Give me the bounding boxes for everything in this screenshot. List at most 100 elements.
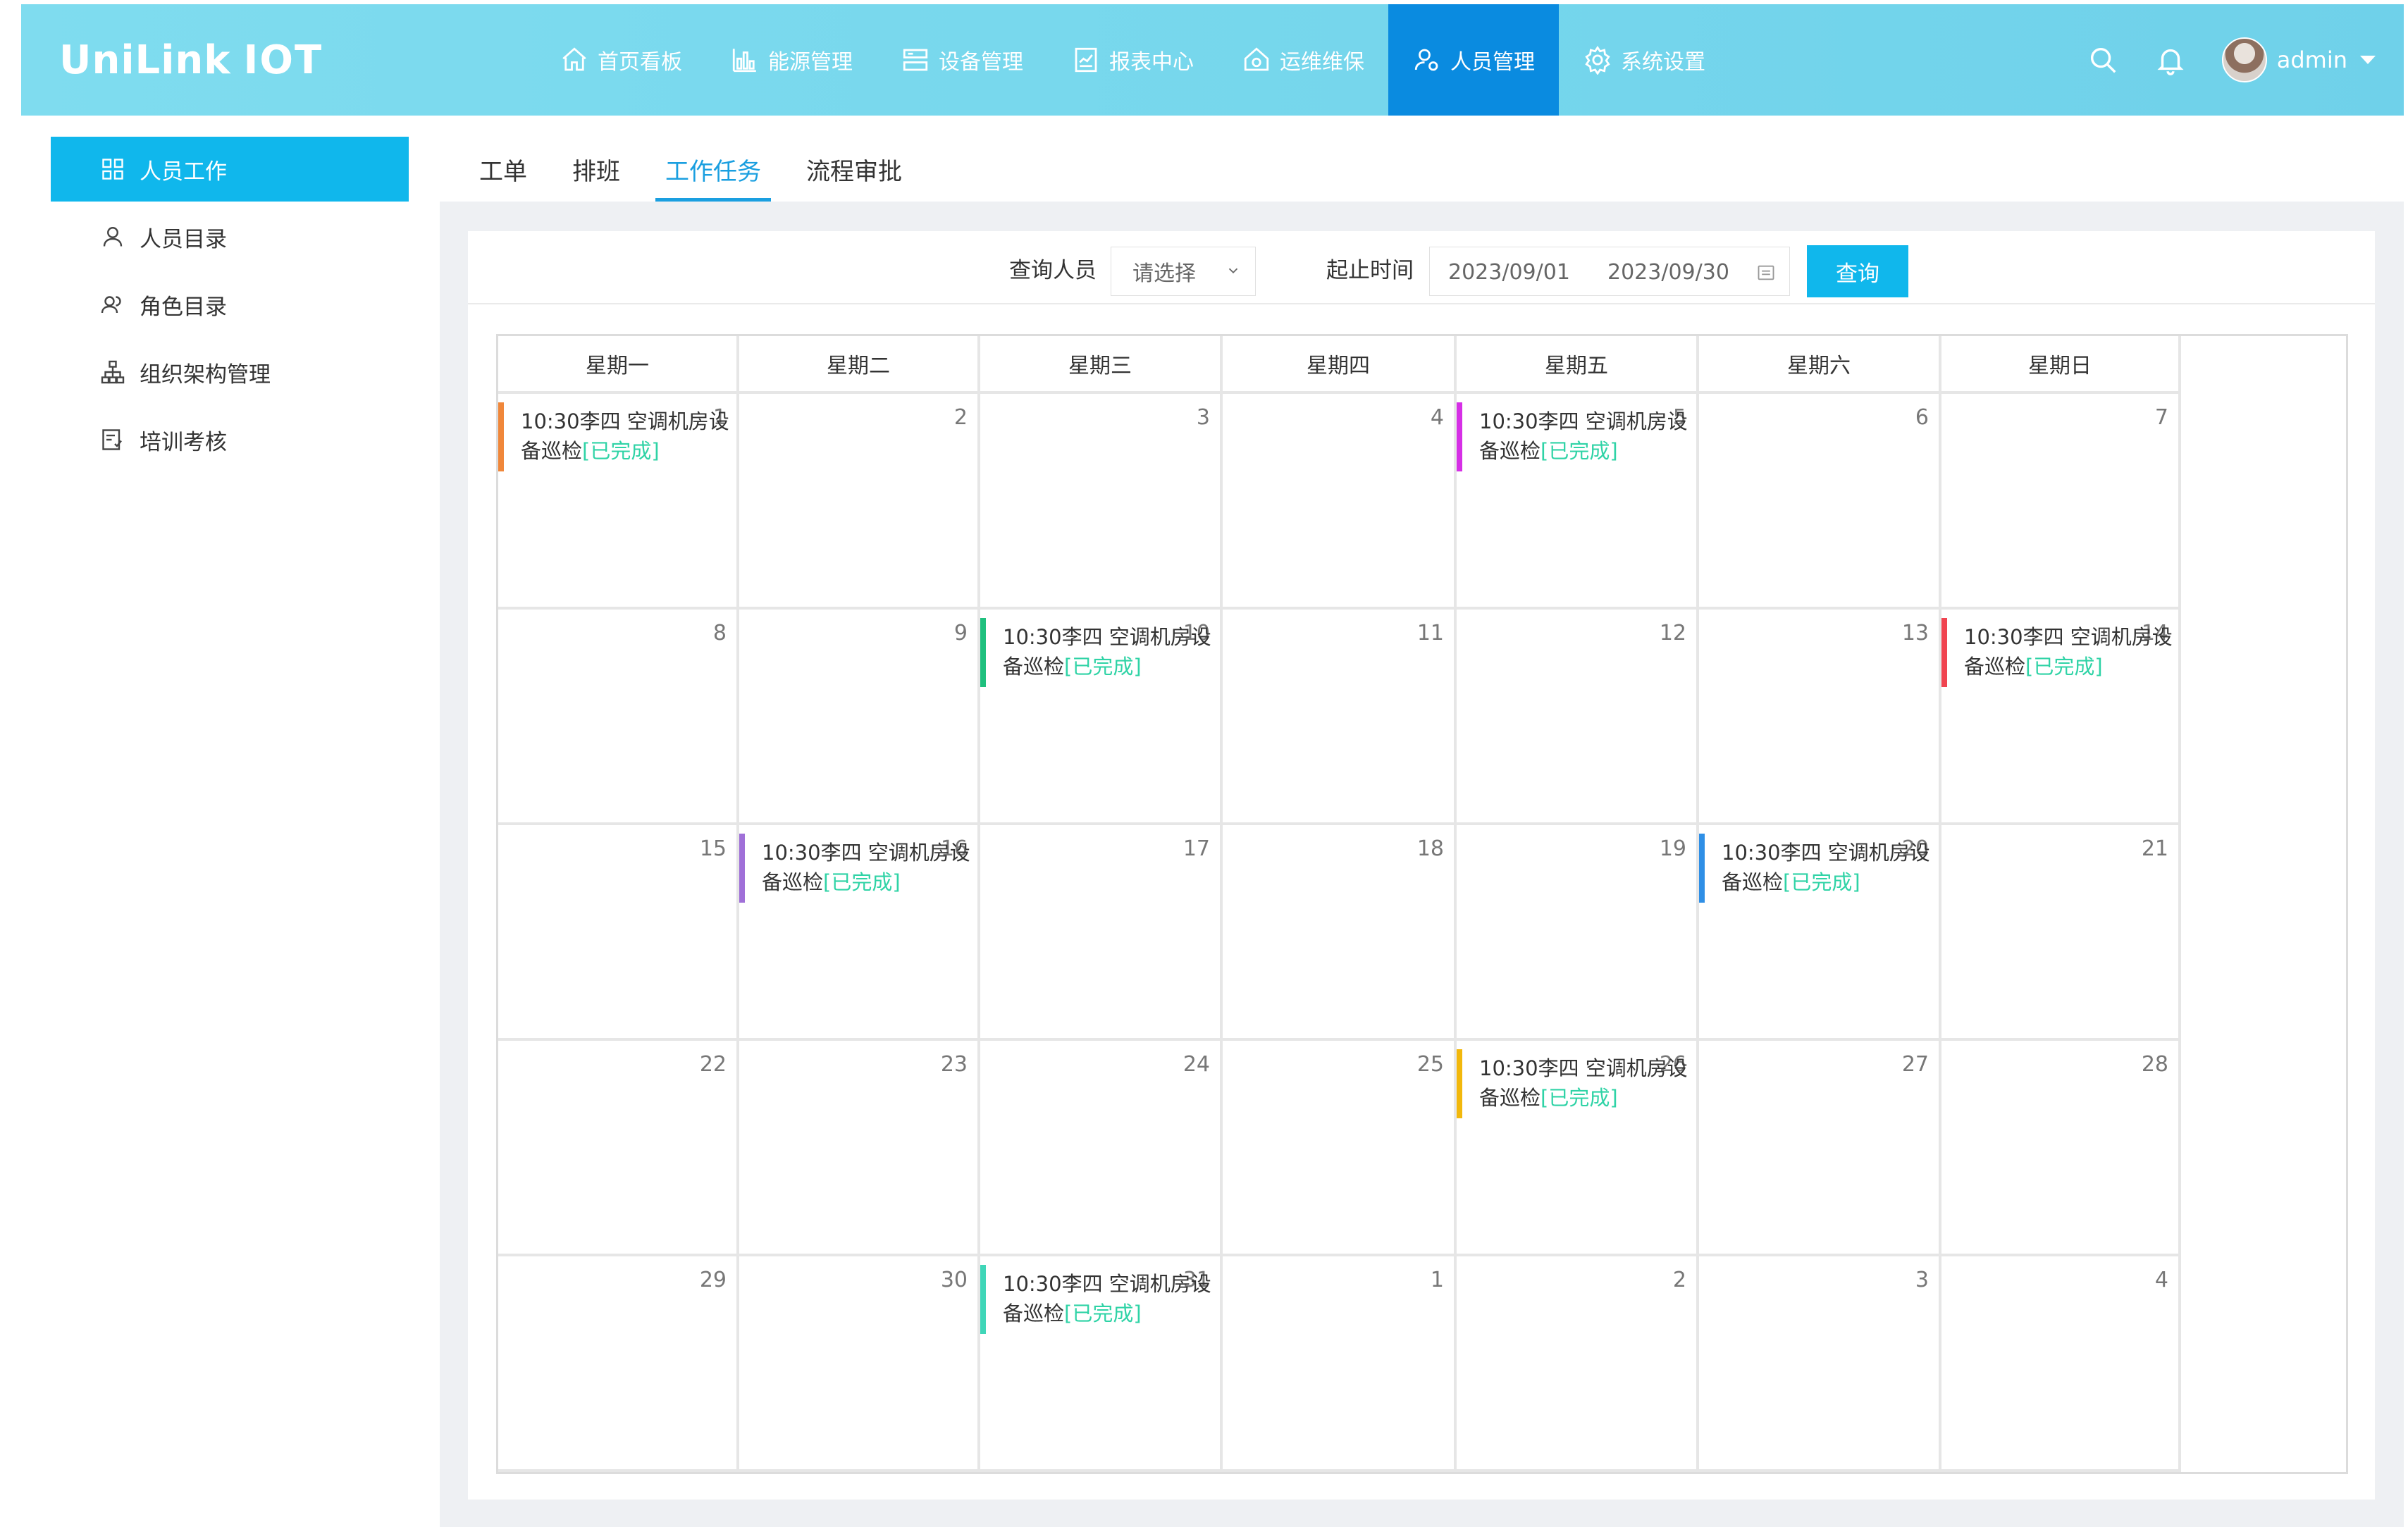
calendar-day-cell[interactable]: 12	[1457, 610, 1699, 825]
day-number: 4	[2154, 1268, 2168, 1292]
calendar-day-cell[interactable]: 11	[1223, 610, 1457, 825]
task-event[interactable]: 10:30李四 空调机房设备巡检[已完成]	[1457, 1049, 1689, 1118]
calendar-day-cell[interactable]: 16 10:30李四 空调机房设备巡检[已完成]	[739, 825, 980, 1041]
sidebar-item[interactable]: 人员工作	[51, 137, 409, 202]
sidebar-item-label: 人员目录	[140, 226, 227, 252]
users-icon	[100, 292, 125, 317]
task-event[interactable]: 10:30李四 空调机房设备巡检[已完成]	[980, 618, 1213, 687]
nav-device[interactable]: 设备管理	[877, 4, 1047, 116]
calendar-day-cell[interactable]: 21	[1941, 825, 2181, 1041]
task-status-badge: [已完成]	[823, 870, 901, 894]
bar-chart-icon	[730, 45, 760, 75]
day-number: 25	[1416, 1052, 1444, 1077]
sidebar-item[interactable]: 组织架构管理	[51, 340, 409, 404]
date-range-picker[interactable]: 2023/09/01 2023/09/30	[1429, 247, 1790, 296]
sidebar-item-label: 培训考核	[140, 429, 227, 455]
calendar-day-cell[interactable]: 2	[739, 394, 980, 610]
day-number: 4	[1430, 405, 1444, 430]
calendar-day-cell[interactable]: 31 10:30李四 空调机房设备巡检[已完成]	[980, 1256, 1223, 1472]
calendar-day-cell[interactable]: 22	[498, 1041, 739, 1256]
calendar-day-cell[interactable]: 15	[498, 825, 739, 1041]
calendar-week-row: 15 16 10:30李四 空调机房设备巡检[已完成] 17 18 19 20 10:30李四…	[498, 825, 2346, 1041]
calendar-day-cell[interactable]: 4	[1223, 394, 1457, 610]
calendar-day-cell[interactable]: 6	[1699, 394, 1941, 610]
day-number: 3	[1196, 405, 1210, 430]
day-number: 19	[1659, 836, 1686, 861]
task-event[interactable]: 10:30李四 空调机房设备巡检[已完成]	[980, 1265, 1213, 1334]
calendar-day-cell[interactable]: 18	[1223, 825, 1457, 1041]
calendar-icon[interactable]	[1755, 263, 1777, 283]
calendar-day-cell[interactable]: 17	[980, 825, 1223, 1041]
task-event[interactable]: 10:30李四 空调机房设备巡检[已完成]	[1699, 834, 1932, 903]
calendar-day-cell[interactable]: 29	[498, 1256, 739, 1472]
calendar-day-cell[interactable]: 25	[1223, 1041, 1457, 1256]
tab-item[interactable]: 流程审批	[806, 137, 902, 202]
calendar-week-row: 8 9 10 10:30李四 空调机房设备巡检[已完成] 11 12 13 14 10:30李四…	[498, 610, 2346, 825]
day-number: 8	[712, 621, 727, 645]
day-number: 22	[699, 1052, 727, 1077]
day-number: 24	[1183, 1052, 1210, 1077]
user-name[interactable]: admin	[2277, 47, 2347, 73]
calendar-day-cell[interactable]: 19	[1457, 825, 1699, 1041]
calendar-day-cell[interactable]: 8	[498, 610, 739, 825]
avatar[interactable]	[2221, 37, 2267, 82]
sidebar-item[interactable]: 角色目录	[51, 272, 409, 337]
start-date[interactable]: 2023/09/01	[1448, 260, 1570, 285]
tab-item[interactable]: 工作任务	[655, 137, 771, 202]
sidebar-item[interactable]: 人员目录	[51, 204, 409, 269]
calendar-day-cell[interactable]: 3	[980, 394, 1223, 610]
calendar-day-cell[interactable]: 24	[980, 1041, 1223, 1256]
calendar-day-cell[interactable]: 13	[1699, 610, 1941, 825]
nav-personnel[interactable]: 人员管理	[1388, 4, 1559, 116]
sidebar-item[interactable]: 培训考核	[51, 407, 409, 472]
chevron-down-icon[interactable]	[2360, 56, 2376, 64]
query-button[interactable]: 查询	[1807, 245, 1908, 297]
calendar-day-cell[interactable]: 26 10:30李四 空调机房设备巡检[已完成]	[1457, 1041, 1699, 1256]
calendar-day-cell[interactable]: 5 10:30李四 空调机房设备巡检[已完成]	[1457, 394, 1699, 610]
calendar-day-cell[interactable]: 10 10:30李四 空调机房设备巡检[已完成]	[980, 610, 1223, 825]
task-event[interactable]: 10:30李四 空调机房设备巡检[已完成]	[1941, 618, 2174, 687]
logo[interactable]: UniLink IOT	[59, 34, 323, 86]
chevron-down-icon	[1228, 268, 1238, 274]
nav-maintenance[interactable]: 运维维保	[1218, 4, 1388, 116]
person-select-value: 请选择	[1132, 261, 1196, 286]
calendar-day-cell[interactable]: 20 10:30李四 空调机房设备巡检[已完成]	[1699, 825, 1941, 1041]
search-icon[interactable]	[2087, 44, 2119, 76]
day-number: 3	[1915, 1268, 1929, 1292]
task-event[interactable]: 10:30李四 空调机房设备巡检[已完成]	[1457, 402, 1689, 471]
calendar-day-cell[interactable]: 4	[1941, 1256, 2181, 1472]
calendar-day-cell[interactable]: 2	[1457, 1256, 1699, 1472]
task-status-badge: [已完成]	[2025, 655, 2103, 679]
calendar-day-cell[interactable]: 9	[739, 610, 980, 825]
weekday-header: 星期六	[1699, 336, 1941, 394]
day-number: 1	[1430, 1268, 1444, 1292]
day-number: 2	[1672, 1268, 1686, 1292]
bell-icon[interactable]	[2154, 44, 2187, 76]
calendar-day-cell[interactable]: 14 10:30李四 空调机房设备巡检[已完成]	[1941, 610, 2181, 825]
calendar-day-cell[interactable]: 3	[1699, 1256, 1941, 1472]
calendar-day-cell[interactable]: 1 10:30李四 空调机房设备巡检[已完成]	[498, 394, 739, 610]
task-status-badge: [已完成]	[582, 439, 660, 463]
calendar-day-cell[interactable]: 1	[1223, 1256, 1457, 1472]
calendar-day-cell[interactable]: 27	[1699, 1041, 1941, 1256]
nav-energy[interactable]: 能源管理	[706, 4, 877, 116]
task-event[interactable]: 10:30李四 空调机房设备巡检[已完成]	[498, 402, 731, 471]
user-icon	[100, 224, 125, 249]
nav-dashboard[interactable]: 首页看板	[536, 4, 706, 116]
person-select[interactable]: 请选择	[1111, 247, 1256, 296]
calendar-day-cell[interactable]: 28	[1941, 1041, 2181, 1256]
nav-report[interactable]: 报表中心	[1047, 4, 1218, 116]
tab-item[interactable]: 排班	[572, 137, 620, 202]
calendar-day-cell[interactable]: 30	[739, 1256, 980, 1472]
end-date[interactable]: 2023/09/30	[1607, 260, 1729, 285]
nav-settings[interactable]: 系统设置	[1559, 4, 1729, 116]
user-gear-icon	[1412, 45, 1442, 75]
report-icon	[1071, 45, 1101, 75]
weekday-header: 星期五	[1457, 336, 1699, 394]
tab-item[interactable]: 工单	[479, 137, 527, 202]
server-icon	[901, 45, 930, 75]
calendar-day-cell[interactable]: 7	[1941, 394, 2181, 610]
calendar-week-row: 1 10:30李四 空调机房设备巡检[已完成] 2 3 4 5 10:30李四 空调机房设备…	[498, 394, 2346, 610]
task-event[interactable]: 10:30李四 空调机房设备巡检[已完成]	[739, 834, 972, 903]
calendar-day-cell[interactable]: 23	[739, 1041, 980, 1256]
